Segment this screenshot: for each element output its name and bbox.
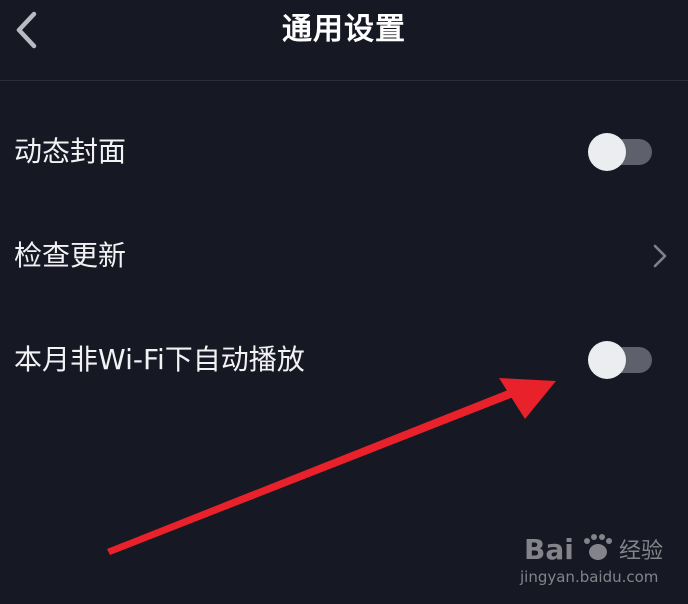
setting-label: 动态封面 [14, 135, 127, 168]
page-title: 通用设置 [282, 12, 406, 47]
toggle-knob [588, 341, 626, 379]
toggle-knob [588, 133, 626, 171]
header-bar: 通用设置 [0, 0, 688, 81]
baidu-jingyan-watermark: Bai 经验 jingyan.baidu.com [520, 528, 680, 596]
autoplay-non-wifi-toggle[interactable] [588, 341, 652, 379]
dynamic-cover-toggle[interactable] [588, 133, 652, 171]
chevron-right-icon [650, 242, 670, 270]
setting-row-dynamic-cover[interactable]: 动态封面 [0, 100, 688, 204]
setting-label: 本月非Wi-Fi下自动播放 [14, 343, 305, 376]
setting-row-check-update[interactable]: 检查更新 [0, 204, 688, 308]
setting-row-autoplay-non-wifi[interactable]: 本月非Wi-Fi下自动播放 [0, 308, 688, 412]
setting-label: 检查更新 [14, 239, 127, 272]
svg-text:Bai: Bai [524, 533, 574, 566]
watermark-url: jingyan.baidu.com [520, 568, 659, 586]
baidu-logo: Bai 经验 [524, 533, 663, 566]
svg-text:经验: 经验 [619, 539, 663, 564]
